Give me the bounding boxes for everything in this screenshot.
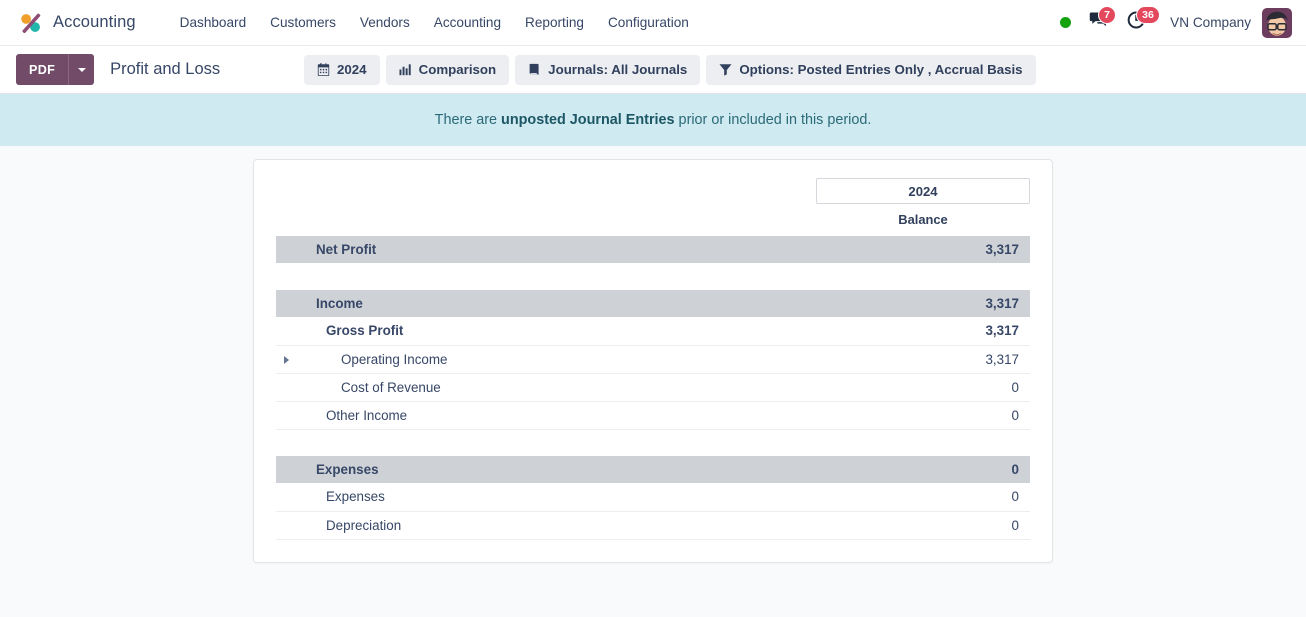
table-row[interactable]: Expenses 0 <box>276 456 1030 483</box>
odoo-logo-icon <box>18 10 44 36</box>
row-expand-cell <box>276 511 314 540</box>
spacer-cell <box>276 429 1030 456</box>
menu-item-accounting[interactable]: Accounting <box>422 0 513 46</box>
table-row[interactable]: Operating Income 3,317 <box>276 345 1030 374</box>
date-filter-label: 2024 <box>337 62 367 77</box>
journals-filter-button[interactable]: Journals: All Journals <box>515 54 701 85</box>
status-dot-icon <box>1060 17 1072 28</box>
table-row[interactable]: Cost of Revenue 0 <box>276 373 1030 402</box>
row-expand-cell <box>276 236 314 263</box>
row-expand-cell[interactable] <box>276 345 314 374</box>
caret-right-icon[interactable] <box>284 355 289 364</box>
row-value: 0 <box>870 401 1030 430</box>
report-content-area: 2024 Balance Net Profit 3,317 Income 3,317 G… <box>0 146 1306 563</box>
row-label: Gross Profit <box>314 317 870 346</box>
brand-home-link[interactable]: Accounting <box>12 0 142 45</box>
messages-button[interactable]: 7 <box>1080 0 1118 46</box>
row-value: 3,317 <box>870 290 1030 317</box>
row-value: 0 <box>870 511 1030 540</box>
pdf-export-button[interactable]: PDF <box>16 54 69 85</box>
report-rows: Net Profit 3,317 Income 3,317 Gross Profit 3,… <box>276 236 1030 540</box>
messages-count-badge: 7 <box>1098 5 1116 24</box>
row-label: Operating Income <box>314 345 870 374</box>
table-row[interactable]: Other Income 0 <box>276 401 1030 430</box>
row-label: Net Profit <box>314 236 870 263</box>
options-filter-button[interactable]: Options: Posted Entries Only , Accrual B… <box>706 54 1036 85</box>
table-row[interactable]: Expenses 0 <box>276 483 1030 512</box>
row-expand-cell <box>276 456 314 483</box>
row-expand-cell <box>276 317 314 346</box>
comparison-filter-button[interactable]: Comparison <box>385 54 510 85</box>
calendar-icon <box>317 63 330 76</box>
column-subheader-row: Balance <box>276 204 1030 236</box>
table-row[interactable]: Gross Profit 3,317 <box>276 317 1030 346</box>
date-filter-button[interactable]: 2024 <box>304 54 380 85</box>
banner-prefix: There are <box>434 112 502 128</box>
activities-button[interactable]: 36 <box>1118 0 1160 46</box>
book-icon <box>528 63 541 76</box>
table-row[interactable]: Income 3,317 <box>276 290 1030 317</box>
banner-suffix: prior or included in this period. <box>674 112 872 128</box>
row-value: 3,317 <box>870 317 1030 346</box>
bar-chart-icon <box>399 63 412 76</box>
page-title: Profit and Loss <box>110 60 221 78</box>
main-menu: Dashboard Customers Vendors Accounting R… <box>168 0 701 45</box>
spacer-cell <box>276 263 1030 290</box>
period-column-header[interactable]: 2024 <box>816 178 1030 204</box>
row-expand-cell <box>276 373 314 402</box>
table-spacer-row <box>276 263 1030 290</box>
row-value: 3,317 <box>870 345 1030 374</box>
menu-item-customers[interactable]: Customers <box>258 0 348 46</box>
brand-name: Accounting <box>53 13 136 31</box>
company-switcher[interactable]: VN Company <box>1156 15 1262 30</box>
period-header-row: 2024 <box>276 178 1030 204</box>
row-value: 3,317 <box>870 236 1030 263</box>
menu-item-reporting[interactable]: Reporting <box>513 0 596 46</box>
menu-item-dashboard[interactable]: Dashboard <box>168 0 259 46</box>
profit-and-loss-table: Net Profit 3,317 Income 3,317 Gross Profit 3,… <box>276 236 1030 540</box>
report-card: 2024 Balance Net Profit 3,317 Income 3,317 G… <box>253 159 1053 563</box>
row-label: Expenses <box>314 483 870 512</box>
user-avatar[interactable] <box>1262 7 1292 38</box>
row-label: Cost of Revenue <box>314 373 870 402</box>
menu-item-configuration[interactable]: Configuration <box>596 0 701 46</box>
row-label: Expenses <box>314 456 870 483</box>
table-row[interactable]: Depreciation 0 <box>276 511 1030 540</box>
export-dropdown-toggle[interactable] <box>68 54 95 85</box>
unposted-entries-banner: There are unposted Journal Entries prior… <box>0 94 1306 146</box>
pdf-export-group: PDF <box>16 54 95 85</box>
row-label: Other Income <box>314 401 870 430</box>
control-panel: PDF Profit and Loss 2024 Comparison Jour… <box>0 46 1306 94</box>
table-row[interactable]: Net Profit 3,317 <box>276 236 1030 263</box>
options-filter-label: Options: Posted Entries Only , Accrual B… <box>739 62 1023 77</box>
top-navbar: Accounting Dashboard Customers Vendors A… <box>0 0 1306 46</box>
row-expand-cell <box>276 483 314 512</box>
report-filter-bar: 2024 Comparison Journals: All Journals O… <box>304 54 1036 85</box>
banner-text: There are unposted Journal Entries prior… <box>435 112 872 128</box>
journals-filter-label: Journals: All Journals <box>548 62 688 77</box>
navbar-right-tools: 7 36 VN Company <box>1051 0 1296 46</box>
row-expand-cell <box>276 401 314 430</box>
row-label: Depreciation <box>314 511 870 540</box>
filter-icon <box>719 63 732 76</box>
menu-item-vendors[interactable]: Vendors <box>348 0 422 46</box>
balance-column-header: Balance <box>898 212 948 227</box>
row-value: 0 <box>870 373 1030 402</box>
presence-status-indicator[interactable] <box>1051 0 1080 46</box>
activities-count-badge: 36 <box>1136 5 1160 24</box>
table-spacer-row <box>276 429 1030 456</box>
comparison-filter-label: Comparison <box>418 62 497 77</box>
row-expand-cell <box>276 290 314 317</box>
row-value: 0 <box>870 483 1030 512</box>
row-value: 0 <box>870 456 1030 483</box>
row-label: Income <box>314 290 870 317</box>
banner-strong[interactable]: unposted Journal Entries <box>501 112 675 128</box>
